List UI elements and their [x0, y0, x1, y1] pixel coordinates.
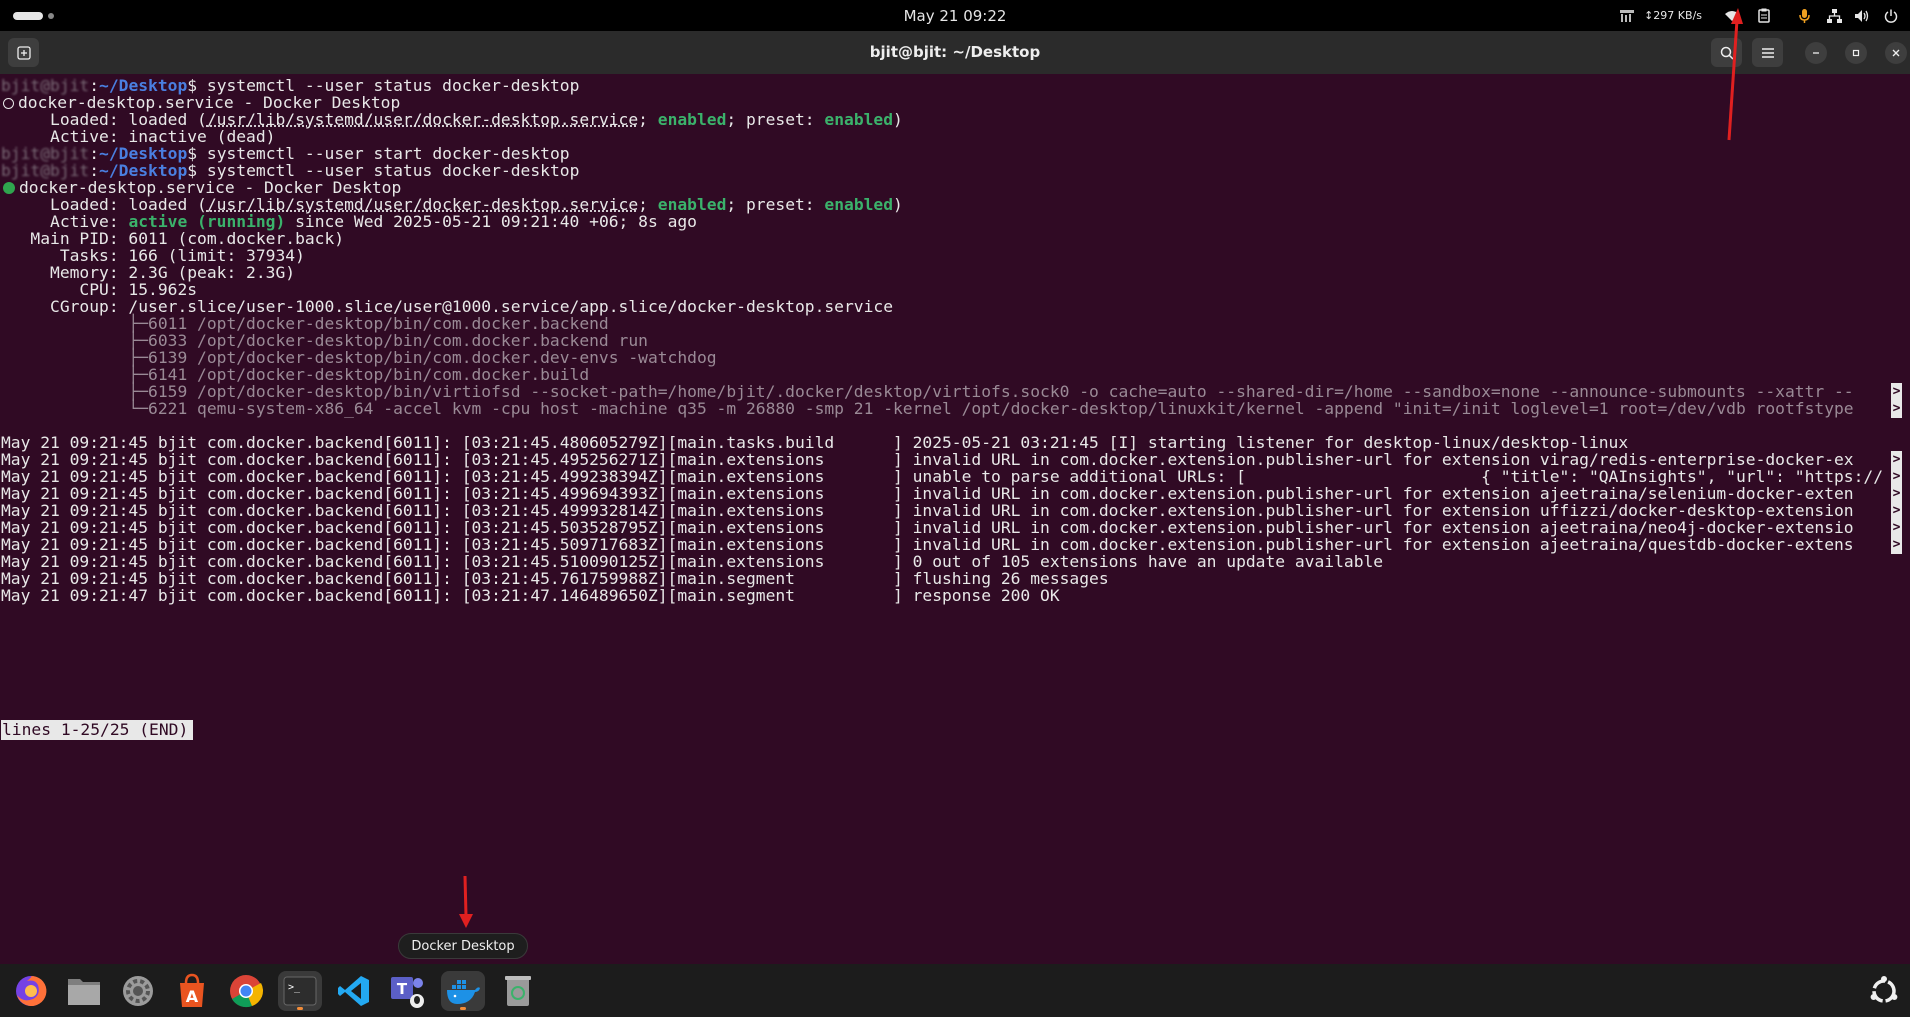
dock-teams[interactable]: T — [386, 971, 430, 1011]
chrome-icon — [230, 975, 264, 1008]
minimize-icon — [1813, 52, 1819, 54]
dock: A >_ T — [0, 964, 1910, 1017]
volume-icon[interactable] — [1848, 0, 1876, 31]
cpu-monitor-icon[interactable] — [1610, 0, 1644, 31]
pager-status: lines 1-25/25 (END) — [1, 720, 194, 740]
dock-docker[interactable] — [441, 971, 485, 1011]
microphone-icon[interactable] — [1790, 0, 1820, 31]
system-tray: ↕297 KB/s — [1610, 0, 1910, 31]
workspace-active-pill[interactable] — [13, 12, 43, 20]
dock-terminal[interactable]: >_ — [278, 971, 322, 1011]
workspace-dot[interactable] — [48, 13, 54, 19]
running-indicator — [297, 1007, 303, 1010]
line-truncated-marker: > — [1891, 468, 1902, 486]
dock-chrome[interactable] — [224, 971, 268, 1011]
terminal-log-line: May 21 09:21:47 bjit com.docker.backend[… — [1, 586, 1060, 605]
annotation-arrow-down — [459, 875, 473, 928]
line-truncated-marker: > — [1891, 383, 1902, 401]
hamburger-menu-icon — [1761, 47, 1774, 58]
top-bar: May 21 09:22 ↕297 KB/s — [0, 0, 1910, 31]
docker-icon — [447, 980, 480, 1004]
line-truncated-marker: > — [1891, 519, 1902, 537]
dock-vscode[interactable] — [332, 971, 376, 1011]
line-truncated-marker: > — [1891, 451, 1902, 469]
new-tab-icon — [16, 45, 31, 60]
restore-icon — [1852, 49, 1860, 57]
line-truncated-marker: > — [1891, 502, 1902, 520]
settings-icon — [123, 976, 153, 1006]
dock-tooltip: Docker Desktop — [398, 933, 528, 959]
active-status-icon — [3, 182, 15, 194]
trash-icon — [505, 976, 531, 1006]
dock-app-center[interactable]: A — [170, 971, 214, 1011]
ubuntu-logo-icon — [1870, 976, 1898, 1003]
files-icon — [68, 979, 100, 1005]
inactive-status-icon — [3, 98, 14, 109]
line-truncated-marker: > — [1891, 485, 1902, 503]
terminal-titlebar: bjit@bjit: ~/Desktop — [0, 31, 1910, 74]
close-icon — [1892, 49, 1900, 57]
power-icon[interactable] — [1876, 0, 1906, 31]
dock-files[interactable] — [62, 971, 106, 1011]
terminal-icon: >_ — [283, 976, 317, 1006]
show-apps-button[interactable] — [1862, 971, 1906, 1011]
teams-icon: T — [391, 977, 424, 1008]
line-truncated-marker: > — [1891, 400, 1902, 418]
svg-text:T: T — [397, 980, 408, 998]
vscode-icon — [338, 976, 369, 1006]
firefox-icon — [16, 975, 47, 1006]
minimize-button[interactable] — [1805, 42, 1827, 64]
activities-indicator[interactable] — [13, 12, 54, 20]
dock-firefox[interactable] — [9, 971, 53, 1011]
annotation-arrow-up — [1727, 8, 1743, 141]
running-indicator — [460, 1007, 466, 1010]
app-center-icon: A — [180, 973, 204, 1007]
line-truncated-marker: > — [1891, 536, 1902, 554]
network-icon[interactable] — [1820, 0, 1848, 31]
close-button[interactable] — [1885, 42, 1907, 64]
dock-settings[interactable] — [116, 971, 160, 1011]
svg-text:>_: >_ — [288, 982, 301, 993]
terminal-output[interactable]: bjit@bjit:~/Desktop$ systemctl --user st… — [0, 74, 1910, 964]
new-tab-button[interactable] — [8, 38, 39, 67]
menu-button[interactable] — [1752, 38, 1783, 67]
dock-trash[interactable] — [496, 971, 540, 1011]
clock-datetime[interactable]: May 21 09:22 — [904, 7, 1007, 25]
clipboard-icon[interactable] — [1748, 0, 1780, 31]
network-speed[interactable]: ↕297 KB/s — [1644, 0, 1702, 31]
window-title: bjit@bjit: ~/Desktop — [869, 43, 1041, 61]
maximize-button[interactable] — [1845, 42, 1867, 64]
svg-text:A: A — [186, 987, 199, 1006]
terminal-line-process: └─6221 qemu-system-x86_64 -accel kvm -cp… — [1, 399, 1854, 418]
